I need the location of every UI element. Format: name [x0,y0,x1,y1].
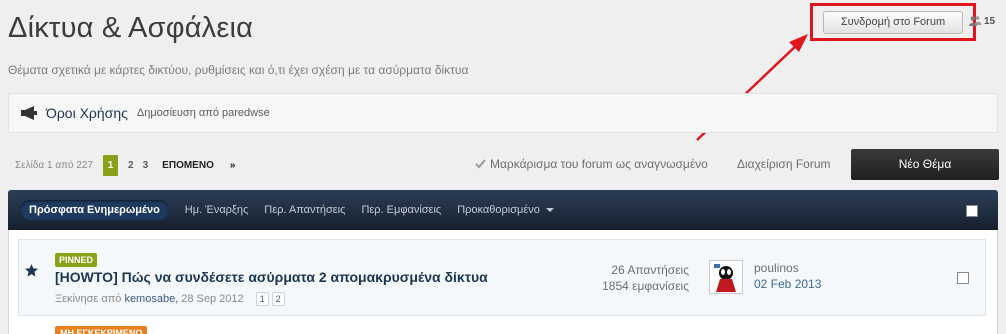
caret-down-icon [545,208,554,213]
topic-page-link-1[interactable]: 1 [255,292,269,306]
next-page-link[interactable]: ΕΠΟΜΕΝΟ [162,160,214,171]
follow-forum-button[interactable]: Συνδρομή στο Forum [823,11,963,34]
topic-stats: 26 Απαντήσεις 1854 εμφανίσεις [579,262,689,294]
last-post-date-link[interactable]: 02 Feb 2013 [754,277,821,291]
star-icon [25,264,38,277]
announcement-author: Δημοσίευση από paredwse [136,107,270,119]
annotation-highlight-box: Συνδρομή στο Forum [810,3,976,41]
topic-author-link[interactable]: kemosabe, [124,293,178,305]
mark-read-label: Μαρκάρισμα του forum ως αναγνωσμένο [490,157,708,171]
page-link-2[interactable]: 2 [128,160,134,171]
checkmark-icon [475,159,486,169]
topic-meta: Ξεκίνησε από kemosabe, 28 Sep 2012 1 2 [55,292,285,306]
tab-most-views[interactable]: Περ. Εμφανίσεις [361,204,441,216]
unapproved-badge: ΜΗ ΕΓΚΕΚΡΙΜΕΝΟ [55,326,148,334]
topic-date: 28 Sep 2012 [181,293,244,305]
tab-recently-updated[interactable]: Πρόσφατα Ενημερωμένο [20,200,169,220]
avatar-image [710,261,742,293]
manage-forum-link[interactable]: Διαχείριση Forum [737,157,831,171]
avatar[interactable] [709,260,743,294]
page-title: Δίκτυα & Ασφάλεια [8,12,254,44]
last-poster-link[interactable]: poulinos [754,261,799,275]
mark-read-link[interactable]: Μαρκάρισμα του forum ως αναγνωσμένο [475,157,708,171]
topic-list: PINNED [HOWTO] Πώς να συνδέσετε ασύρματα… [8,230,998,334]
followers-number: 15 [984,15,996,27]
started-by-label: Ξεκίνησε από [55,293,122,305]
last-page-link[interactable]: » [230,160,236,171]
topic-title-link[interactable]: [HOWTO] Πώς να συνδέσετε ασύρματα 2 απομ… [55,269,488,285]
forum-description: Θέματα σχετικά με κάρτες δικτύου, ρυθμίσ… [8,63,469,77]
new-topic-button[interactable]: Νέο Θέμα [851,149,999,180]
views-count: 1854 εμφανίσεις [602,279,689,293]
pinned-badge: PINNED [55,253,98,267]
page-current: 1 [103,155,119,176]
select-all-checkbox[interactable] [966,205,978,217]
megaphone-icon [21,106,37,120]
tab-default-label: Προκαθορισμένο [457,204,540,216]
topic-page-link-2[interactable]: 2 [271,292,285,306]
page-link-3[interactable]: 3 [143,160,149,171]
page-of-label: Σελίδα 1 από 227 [15,160,94,171]
table-row: PINNED [HOWTO] Πώς να συνδέσετε ασύρματα… [18,239,986,316]
users-icon [969,16,981,26]
row-checkbox[interactable] [957,272,969,284]
pagination: Σελίδα 1 από 227 1 2 3 ΕΠΟΜΕΝΟ » [15,155,235,176]
announcement-title-link[interactable]: Όροι Χρήσης [46,105,128,121]
replies-count: 26 Απαντήσεις [611,263,689,277]
sort-filter-bar: Πρόσφατα Ενημερωμένο Ημ. Έναρξης Περ. Απ… [8,190,998,230]
tab-most-replies[interactable]: Περ. Απαντήσεις [264,204,345,216]
tab-default-dropdown[interactable]: Προκαθορισμένο [457,204,554,216]
followers-count[interactable]: 15 [969,15,995,27]
tab-start-date[interactable]: Ημ. Έναρξης [185,204,248,216]
announcement-bar: Όροι Χρήσης Δημοσίευση από paredwse [8,93,998,133]
